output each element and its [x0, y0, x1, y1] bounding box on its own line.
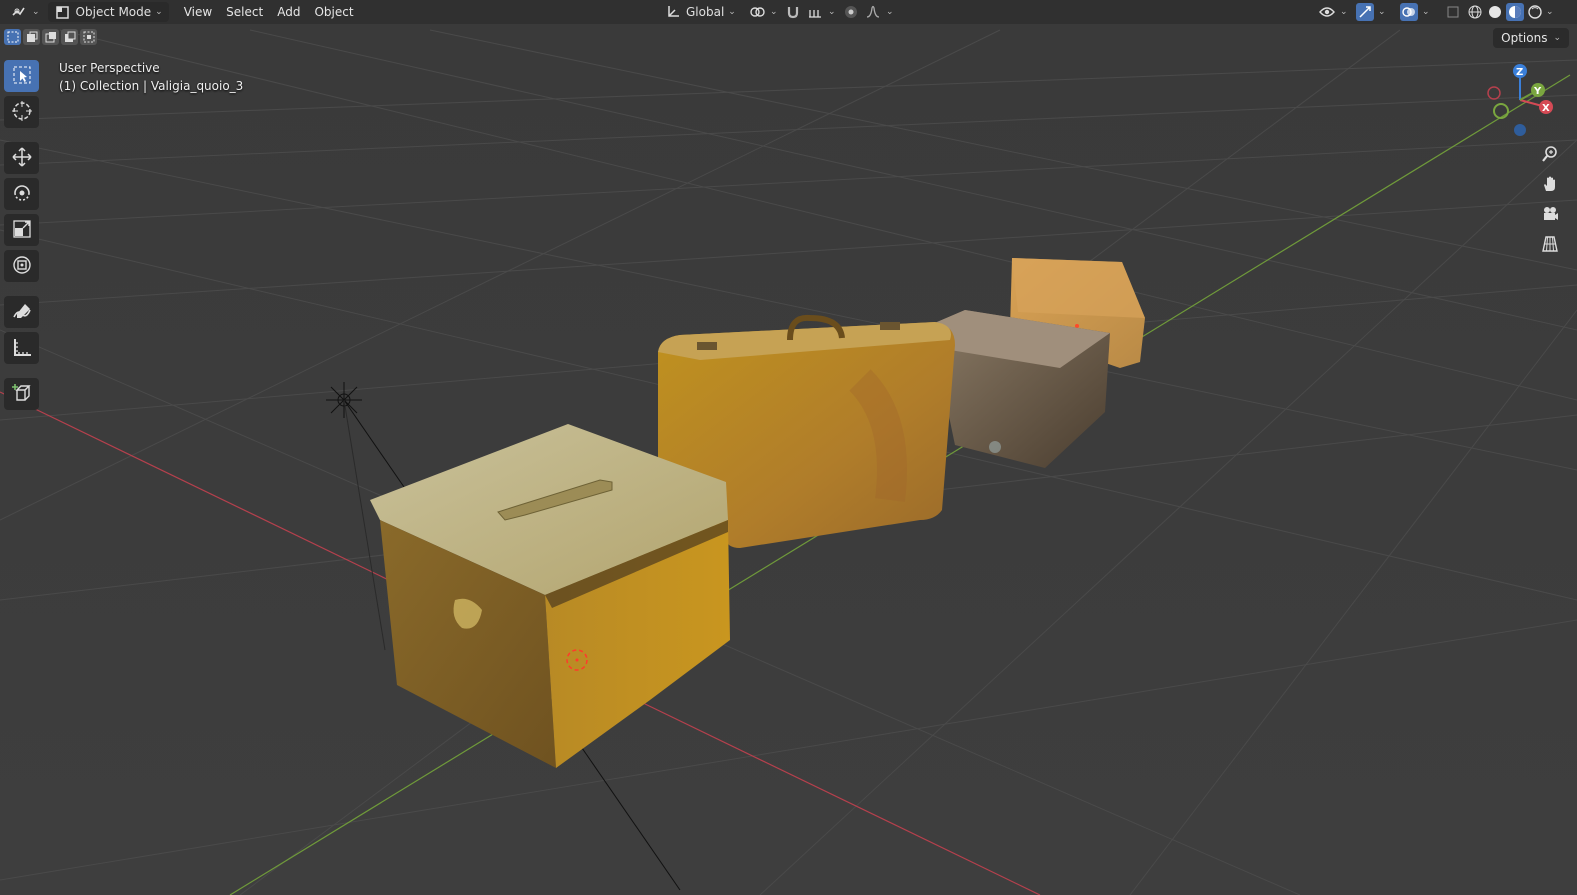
gizmo-toggle[interactable]: ⌄ [1350, 2, 1392, 22]
chevron-down-icon: ⌄ [155, 7, 163, 17]
shading-modes: ⌄ [1466, 3, 1554, 21]
chevron-down-icon: ⌄ [1422, 7, 1430, 17]
select-invert-icon[interactable] [61, 29, 78, 45]
zoom-icon [1541, 145, 1559, 166]
chevron-down-icon: ⌄ [728, 7, 736, 17]
orientation-label: Global [686, 5, 725, 19]
menu-add[interactable]: Add [270, 2, 307, 22]
tool-shelf [4, 60, 40, 410]
material-shading-icon[interactable] [1506, 3, 1524, 21]
chevron-down-icon: ⌄ [886, 7, 894, 17]
xray-toggle[interactable] [1438, 2, 1468, 22]
menu-object[interactable]: Object [307, 2, 360, 22]
viewport-header: ⌄ Object Mode ⌄ View Select Add Object G… [0, 0, 1577, 24]
select-subtract-icon[interactable] [42, 29, 59, 45]
cursor-tool[interactable] [4, 96, 39, 128]
overlays-toggle[interactable]: ⌄ [1394, 2, 1436, 22]
viewport-3d[interactable]: Z X Y [0, 0, 1577, 895]
add-cube-tool[interactable] [4, 378, 39, 410]
transform-orientation-dropdown[interactable]: Global ⌄ [658, 2, 742, 22]
annotate-tool[interactable] [4, 296, 39, 328]
wireframe-shading-icon[interactable] [1466, 3, 1484, 21]
pan-hand-icon [1541, 175, 1559, 196]
camera-icon [1541, 205, 1559, 226]
snap-toggle[interactable]: ⌄ [778, 2, 842, 22]
proportional-editing-toggle[interactable]: ⌄ [836, 2, 900, 22]
annotate-icon [11, 300, 33, 325]
eye-icon [1318, 3, 1336, 21]
options-label: Options [1501, 31, 1548, 45]
scale-icon [11, 218, 33, 243]
visibility-dropdown[interactable]: ⌄ [1312, 2, 1354, 22]
orientation-icon [664, 3, 682, 21]
chevron-down-icon: ⌄ [1340, 7, 1348, 17]
measure-tool[interactable] [4, 332, 39, 364]
mode-label: Object Mode [75, 5, 152, 19]
menu-view[interactable]: View [177, 2, 219, 22]
falloff-curve-icon [864, 3, 882, 21]
grid-view-icon [1541, 235, 1559, 256]
proportional-edit-icon [842, 3, 860, 21]
chevron-down-icon: ⌄ [1553, 33, 1561, 43]
header-menus: View Select Add Object [177, 2, 361, 22]
select-new-icon[interactable] [4, 29, 21, 45]
viewport-info: User Perspective (1) Collection | Valigi… [59, 59, 243, 95]
mode-dropdown[interactable]: Object Mode ⌄ [47, 2, 169, 22]
scale-tool[interactable] [4, 214, 39, 246]
move-tool[interactable] [4, 142, 39, 174]
add-cube-icon [11, 382, 33, 407]
perspective-label: User Perspective [59, 61, 160, 75]
select-intersect-icon[interactable] [80, 29, 97, 45]
measure-icon [11, 336, 33, 361]
options-dropdown[interactable]: Options ⌄ [1493, 28, 1569, 48]
transform-tool[interactable] [4, 250, 39, 282]
chevron-down-icon: ⌄ [32, 7, 40, 17]
cursor-icon [11, 100, 33, 125]
selection-mode-group [4, 29, 97, 45]
chevron-down-icon[interactable]: ⌄ [1546, 7, 1554, 17]
svg-text:X: X [1542, 103, 1550, 114]
rotate-tool[interactable] [4, 178, 39, 210]
svg-text:Y: Y [1533, 86, 1542, 97]
pan-button[interactable] [1537, 172, 1563, 198]
object-mode-icon [54, 3, 72, 21]
projection-toggle-button[interactable] [1537, 232, 1563, 258]
zoom-button[interactable] [1537, 142, 1563, 168]
collection-label: (1) Collection | Valigia_quoio_3 [59, 79, 244, 93]
editor-type-button[interactable]: ⌄ [4, 2, 46, 22]
pivot-icon [748, 3, 766, 21]
xray-icon [1444, 3, 1462, 21]
chevron-down-icon: ⌄ [828, 7, 836, 17]
solid-shading-icon[interactable] [1486, 3, 1504, 21]
tool-settings-bar: Options ⌄ [0, 24, 1577, 50]
gizmo-icon [1356, 3, 1374, 21]
transform-icon [11, 254, 33, 279]
rendered-shading-icon[interactable] [1526, 3, 1544, 21]
editor-type-icon [10, 3, 28, 21]
overlays-icon [1400, 3, 1418, 21]
snap-increment-icon [806, 3, 824, 21]
svg-text:Z: Z [1516, 67, 1523, 78]
rotate-icon [11, 182, 33, 207]
camera-view-button[interactable] [1537, 202, 1563, 228]
select-extend-icon[interactable] [23, 29, 40, 45]
menu-select[interactable]: Select [219, 2, 270, 22]
magnet-icon [784, 3, 802, 21]
select-box-icon [12, 65, 32, 88]
chevron-down-icon: ⌄ [770, 7, 778, 17]
chevron-down-icon: ⌄ [1378, 7, 1386, 17]
move-icon [11, 146, 33, 171]
select-box-tool[interactable] [4, 60, 39, 92]
